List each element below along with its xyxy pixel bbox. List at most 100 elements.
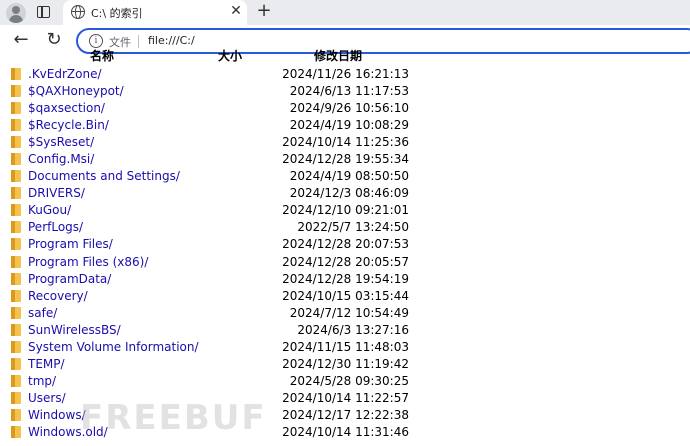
- back-arrow-icon[interactable]: ←: [10, 29, 32, 51]
- info-icon[interactable]: i: [89, 34, 103, 48]
- tab-active[interactable]: C:\ 的索引 ✕: [63, 0, 247, 25]
- folder-icon: [11, 340, 21, 353]
- entry-link[interactable]: KuGou/: [28, 203, 71, 218]
- close-tab-icon[interactable]: ✕: [229, 3, 243, 19]
- entry-modified-date: 2024/6/3 13:27:16: [297, 322, 409, 337]
- folder-icon: [11, 136, 21, 149]
- entry-link[interactable]: safe/: [28, 306, 57, 321]
- folder-icon: [11, 204, 21, 217]
- entry-link[interactable]: $QAXHoneypot/: [28, 84, 124, 99]
- list-item: Config.Msi/2024/12/28 19:55:34: [0, 151, 690, 168]
- entry-link[interactable]: Recovery/: [28, 289, 88, 304]
- entry-link[interactable]: $Recycle.Bin/: [28, 118, 109, 133]
- list-item: $SysReset/2024/10/14 11:25:36: [0, 134, 690, 151]
- entry-link[interactable]: PerfLogs/: [28, 220, 83, 235]
- entry-modified-date: 2024/12/28 20:07:53: [282, 237, 409, 252]
- entry-modified-date: 2024/6/13 11:17:53: [289, 84, 409, 99]
- list-item: .KvEdrZone/2024/11/26 16:21:13: [0, 66, 690, 83]
- folder-icon: [11, 306, 21, 319]
- entry-modified-date: 2024/12/28 19:54:19: [282, 271, 409, 286]
- folder-icon: [11, 374, 21, 387]
- folder-icon: [11, 391, 21, 404]
- entry-modified-date: 2024/7/12 10:54:49: [289, 305, 409, 320]
- folder-icon: [11, 170, 21, 183]
- entry-modified-date: 2024/12/28 19:55:34: [282, 152, 409, 167]
- folder-icon: [11, 187, 21, 200]
- profile-avatar-icon[interactable]: [6, 3, 26, 23]
- folder-icon: [11, 68, 21, 80]
- entry-modified-date: 2024/10/14 11:22:57: [282, 390, 409, 405]
- folder-icon: [11, 408, 21, 421]
- entry-link[interactable]: Program Files/: [28, 237, 113, 252]
- entry-modified-date: 2024/10/14 11:25:36: [282, 135, 409, 150]
- tab-strip: C:\ 的索引 ✕ +: [0, 0, 690, 25]
- entry-modified-date: 2024/12/28 20:05:57: [282, 254, 409, 269]
- list-item: Documents and Settings/2024/4/19 08:50:5…: [0, 168, 690, 185]
- list-item: PerfLogs/2022/5/7 13:24:50: [0, 219, 690, 236]
- folder-icon: [11, 425, 21, 438]
- reload-icon[interactable]: ↻: [43, 29, 65, 51]
- list-item: SunWirelessBS/2024/6/3 13:27:16: [0, 322, 690, 339]
- entry-link[interactable]: Windows/: [28, 408, 86, 423]
- entry-modified-date: 2024/12/3 08:46:09: [289, 186, 409, 201]
- entry-link[interactable]: Program Files (x86)/: [28, 255, 148, 270]
- folder-icon: [11, 272, 21, 285]
- entry-link[interactable]: ProgramData/: [28, 272, 111, 287]
- list-item: $Recycle.Bin/2024/4/19 10:08:29: [0, 117, 690, 134]
- entry-link[interactable]: DRIVERS/: [28, 186, 85, 201]
- entry-link[interactable]: SunWirelessBS/: [28, 323, 121, 338]
- folder-icon: [11, 255, 21, 268]
- list-item: safe/2024/7/12 10:54:49: [0, 305, 690, 322]
- folder-icon: [11, 221, 21, 234]
- folder-icon: [11, 102, 21, 115]
- entry-link[interactable]: Users/: [28, 391, 66, 406]
- address-divider: [138, 35, 139, 48]
- entry-modified-date: 2024/5/28 09:30:25: [289, 373, 409, 388]
- column-header-modified[interactable]: 修改日期: [314, 50, 362, 63]
- entry-modified-date: 2024/4/19 08:50:50: [289, 169, 409, 184]
- entry-modified-date: 2024/11/26 16:21:13: [282, 67, 409, 81]
- watermark-text: FREEBUF: [80, 398, 267, 438]
- folder-icon: [11, 323, 21, 336]
- entry-link[interactable]: Config.Msi/: [28, 152, 94, 167]
- entry-modified-date: 2024/12/17 12:22:38: [282, 407, 409, 422]
- folder-icon: [11, 119, 21, 132]
- tab-actions-icon[interactable]: [37, 6, 50, 18]
- list-item: TEMP/2024/12/30 11:19:42: [0, 356, 690, 373]
- folder-icon: [11, 153, 21, 166]
- column-header-name[interactable]: 名称: [90, 50, 114, 63]
- url-text[interactable]: file:///C:/: [148, 34, 195, 47]
- list-item: KuGou/2024/12/10 09:21:01: [0, 202, 690, 219]
- entry-modified-date: 2024/11/15 11:48:03: [282, 339, 409, 354]
- globe-icon: [71, 5, 85, 19]
- entry-modified-date: 2024/4/19 10:08:29: [289, 118, 409, 133]
- column-header-size[interactable]: 大小: [218, 50, 242, 63]
- entry-modified-date: 2024/10/14 11:31:46: [282, 424, 409, 439]
- scheme-label: 文件: [109, 36, 131, 49]
- list-item: $QAXHoneypot/2024/6/13 11:17:53: [0, 83, 690, 100]
- entry-modified-date: 2024/9/26 10:56:10: [289, 101, 409, 116]
- list-item: System Volume Information/2024/11/15 11:…: [0, 339, 690, 356]
- entry-modified-date: 2024/12/10 09:21:01: [282, 203, 409, 218]
- entry-link[interactable]: .KvEdrZone/: [28, 67, 102, 82]
- new-tab-plus-icon[interactable]: +: [255, 1, 273, 21]
- list-item: Program Files/2024/12/28 20:07:53: [0, 236, 690, 253]
- entry-link[interactable]: Documents and Settings/: [28, 169, 180, 184]
- entry-link[interactable]: tmp/: [28, 374, 56, 389]
- list-item: Recovery/2024/10/15 03:15:44: [0, 288, 690, 305]
- entry-link[interactable]: TEMP/: [28, 357, 65, 372]
- directory-listing: .KvEdrZone/2024/11/26 16:21:13 $QAXHoneyp…: [0, 66, 690, 441]
- entry-link[interactable]: $qaxsection/: [28, 101, 105, 116]
- folder-icon: [11, 357, 21, 370]
- entry-modified-date: 2022/5/7 13:24:50: [297, 220, 409, 235]
- folder-icon: [11, 289, 21, 302]
- entry-link[interactable]: $SysReset/: [28, 135, 94, 150]
- entry-link[interactable]: System Volume Information/: [28, 340, 199, 355]
- list-item: DRIVERS/2024/12/3 08:46:09: [0, 185, 690, 202]
- entry-modified-date: 2024/10/15 03:15:44: [282, 288, 409, 303]
- list-item: tmp/2024/5/28 09:30:25: [0, 373, 690, 390]
- list-item: Program Files (x86)/ 2024/12/28 20:05:57: [0, 254, 690, 271]
- folder-icon: [11, 238, 21, 251]
- list-item: ProgramData/2024/12/28 19:54:19: [0, 271, 690, 288]
- tab-title: C:\ 的索引: [91, 7, 143, 20]
